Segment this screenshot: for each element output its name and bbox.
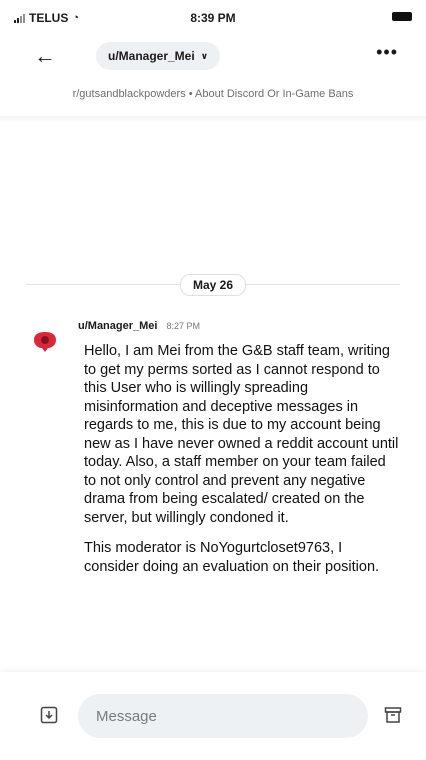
attachment-icon[interactable]: [40, 706, 58, 724]
header-divider: [0, 116, 426, 122]
message-author[interactable]: u/Manager_Mei: [78, 320, 157, 332]
message-time: 8:27 PM: [166, 321, 201, 331]
message-header: u/Manager_Mei 8:27 PM: [78, 320, 200, 332]
battery-icon: [392, 12, 412, 21]
message-composer: [0, 672, 426, 760]
message-input[interactable]: [78, 694, 368, 738]
avatar[interactable]: [30, 326, 60, 356]
message-paragraph: This moderator is NoYogurtcloset9763, I …: [84, 540, 380, 575]
date-label: May 26: [179, 274, 247, 296]
username-label: u/Manager_Mei: [108, 49, 195, 63]
more-horizontal-icon[interactable]: •••: [376, 42, 398, 63]
message-paragraph: Hello, I am Mei from the G&B staff team,…: [84, 343, 399, 526]
username-dropdown[interactable]: u/Manager_Mei ∨: [96, 42, 221, 70]
message-body: Hello, I am Mei from the G&B staff team,…: [84, 342, 400, 588]
status-bar: TELUS ◔ 8:39 PM: [0, 0, 426, 34]
conversation-subtitle[interactable]: r/gutsandblackpowders • About Discord Or…: [0, 88, 426, 100]
nav-bar: ← u/Manager_Mei ∨ •••: [0, 34, 426, 80]
date-separator: May 26: [26, 274, 400, 296]
archive-icon[interactable]: [384, 706, 402, 724]
back-arrow-icon[interactable]: ←: [34, 42, 56, 70]
chevron-down-icon: ∨: [200, 50, 209, 61]
status-time: 8:39 PM: [190, 11, 236, 25]
avatar-icon: [34, 332, 56, 352]
